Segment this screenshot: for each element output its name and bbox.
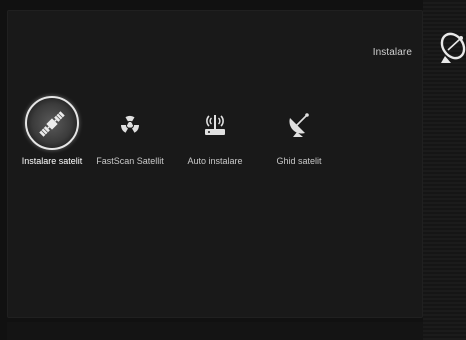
dish-guide-icon (289, 113, 309, 137)
menu-item-label: FastScan Satellit (96, 156, 164, 166)
menu-item-fastscan-satellit[interactable]: FastScan Satellit (85, 100, 175, 180)
page-title: Instalare (372, 47, 412, 58)
antenna-receiver-icon (205, 115, 225, 135)
menu-item-label: Instalare satelit (21, 156, 83, 166)
screen: Instalare Instalare satelit FastScan Sat… (0, 0, 466, 340)
satellite-icon (39, 111, 65, 137)
menu-item-instalare-satelit[interactable]: Instalare satelit (7, 96, 97, 180)
menu-item-label: Auto instalare (187, 156, 243, 166)
header-arrow (423, 49, 428, 57)
menu-item-label: Ghid satelit (276, 156, 322, 166)
menu-item-ghid-satelit[interactable]: Ghid satelit (254, 100, 344, 180)
bottom-bar (7, 322, 423, 340)
radiation-icon (121, 115, 139, 133)
menu-item-auto-instalare[interactable]: Auto instalare (170, 100, 260, 180)
satellite-dish-icon (440, 32, 466, 63)
